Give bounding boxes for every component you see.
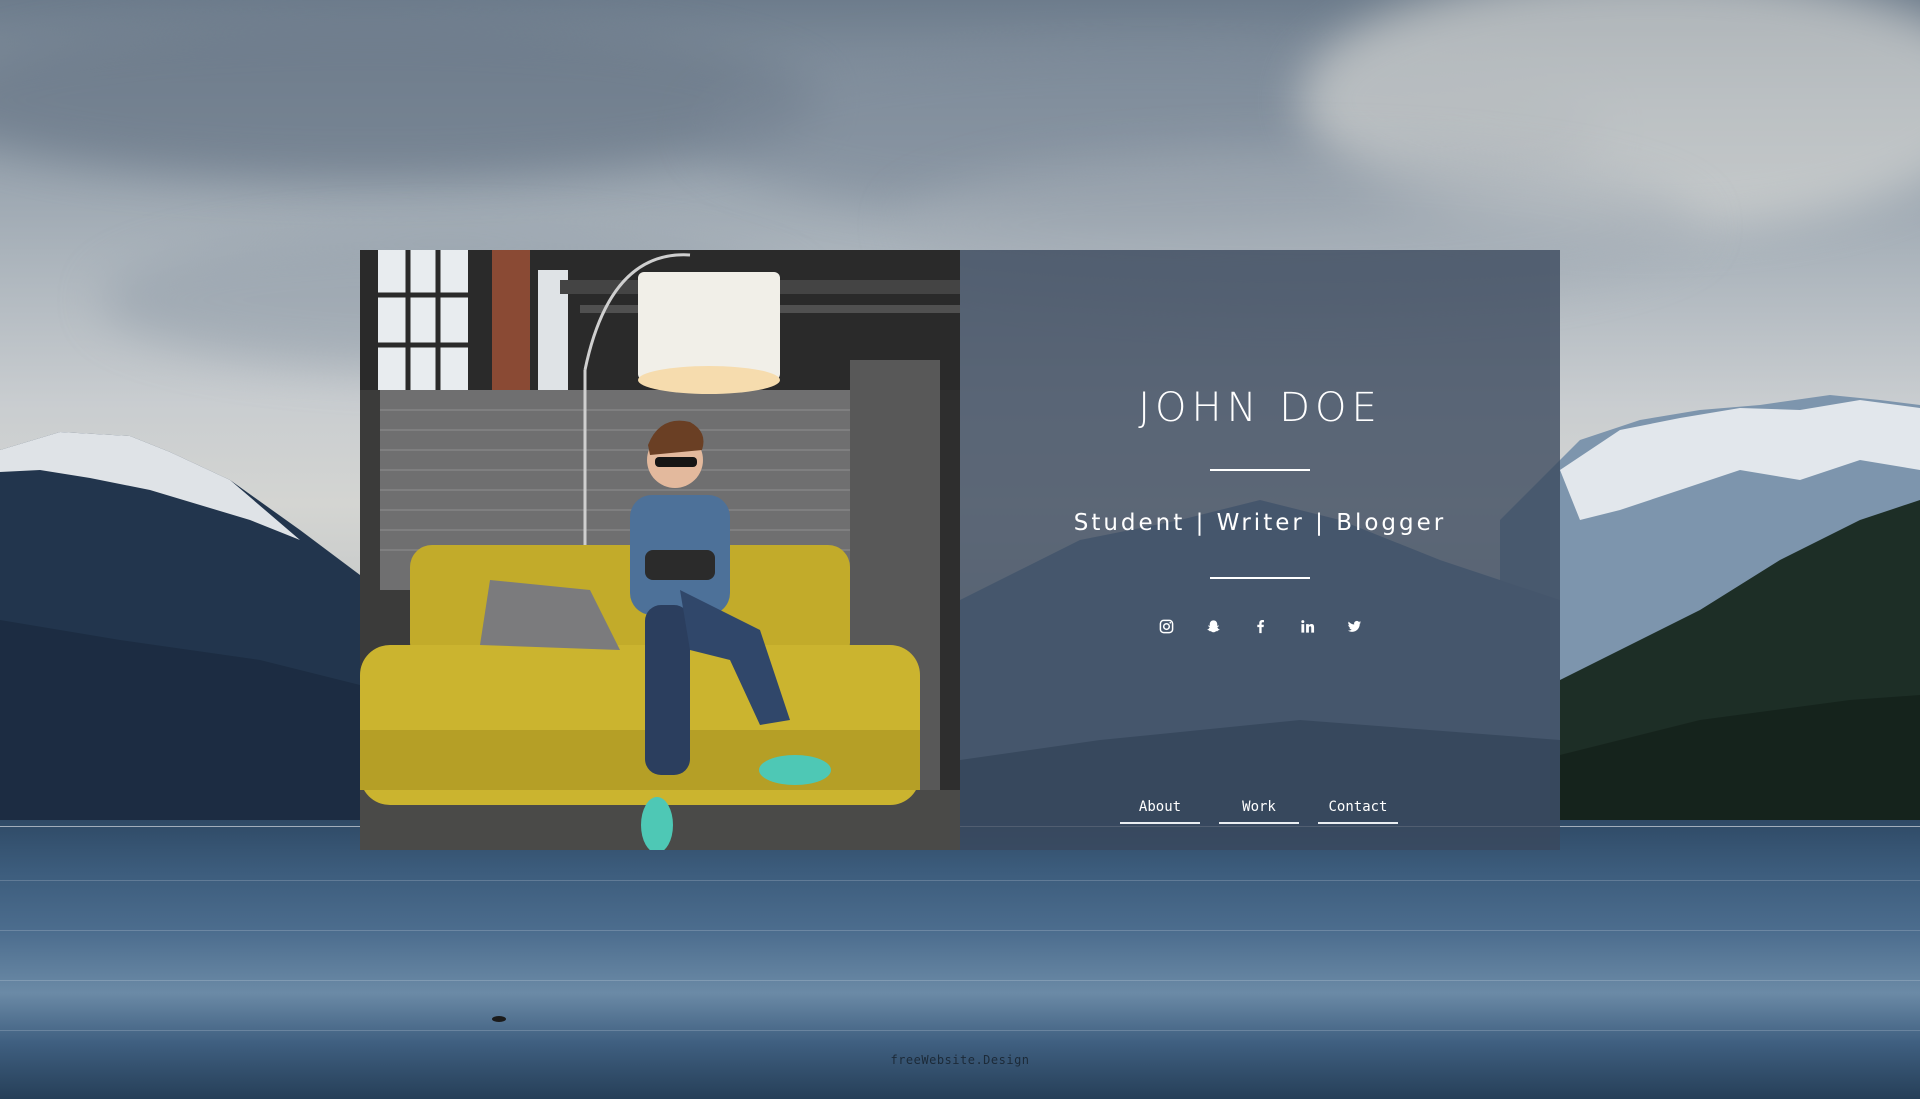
- water-ripple: [0, 880, 1920, 881]
- twitter-link[interactable]: [1346, 618, 1362, 634]
- linkedin-icon: [1300, 619, 1314, 633]
- instagram-icon: [1159, 619, 1173, 633]
- profile-tagline: Student | Writer | Blogger: [1073, 510, 1447, 536]
- profile-photo: [360, 250, 960, 850]
- divider-bottom: [1210, 577, 1310, 579]
- photo-illustration: [360, 250, 960, 850]
- nav-link-contact[interactable]: Contact: [1318, 799, 1398, 824]
- instagram-link[interactable]: [1158, 618, 1174, 634]
- facebook-link[interactable]: [1252, 618, 1268, 634]
- nav-link-work[interactable]: Work: [1219, 799, 1299, 824]
- divider-top: [1210, 469, 1310, 471]
- social-links: [960, 618, 1560, 634]
- nav-link-about[interactable]: About: [1120, 799, 1200, 824]
- duck: [492, 1016, 506, 1022]
- water-ripple: [0, 980, 1920, 981]
- info-panel: JOHN DOE Student | Writer | Blogger Abou…: [960, 250, 1560, 850]
- profile-card: JOHN DOE Student | Writer | Blogger Abou…: [360, 250, 1560, 850]
- footer-credit-link[interactable]: freeWebsite.Design: [0, 1053, 1920, 1067]
- twitter-icon: [1347, 620, 1361, 632]
- snapchat-icon: [1206, 619, 1220, 632]
- snapchat-link[interactable]: [1205, 618, 1221, 634]
- water-ripple: [0, 930, 1920, 931]
- facebook-icon: [1256, 619, 1264, 633]
- main-nav: About Work Contact: [1120, 799, 1398, 824]
- profile-name: JOHN DOE: [1138, 385, 1382, 431]
- linkedin-link[interactable]: [1299, 618, 1315, 634]
- water-ripple: [0, 1030, 1920, 1031]
